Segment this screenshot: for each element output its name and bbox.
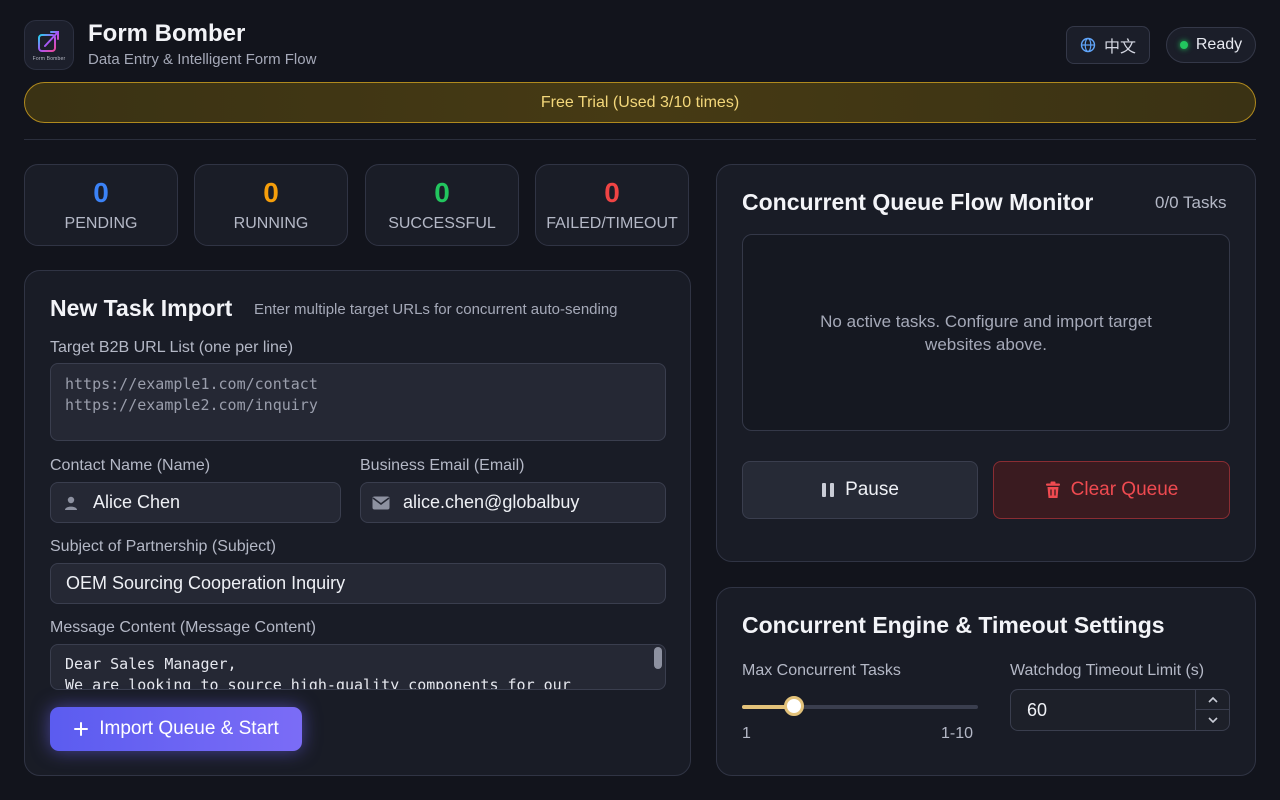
business-email-value: alice.chen@globalbuy (403, 492, 580, 512)
app-header: Form Bomber Form Bomber Data Entry & Int… (24, 18, 1256, 74)
slider-min-label: 1 (742, 725, 751, 742)
queue-monitor-area: No active tasks. Configure and import ta… (742, 234, 1230, 431)
language-toggle-button[interactable]: 中文 (1066, 26, 1150, 64)
pause-label: Pause (845, 479, 899, 500)
message-scrollbar[interactable] (654, 647, 662, 669)
pause-icon (822, 483, 835, 497)
language-label: 中文 (1103, 37, 1136, 56)
slider-range-label: 1-10 (941, 725, 974, 742)
stat-value: 0 (604, 177, 620, 208)
stat-value: 0 (263, 177, 279, 208)
task-count: 0/0 Tasks (1155, 193, 1227, 212)
header-divider (24, 139, 1256, 140)
status-dot-icon (1179, 41, 1188, 49)
url-list-textarea[interactable]: https://example1.com/contact https://exa… (50, 363, 666, 441)
stat-card-running: 0 RUNNING (194, 164, 348, 246)
stepper-down-icon[interactable] (1196, 710, 1229, 730)
stat-value: 0 (434, 177, 450, 208)
stat-label: FAILED/TIMEOUT (546, 215, 678, 232)
slider-thumb[interactable] (784, 696, 804, 716)
subject-field[interactable]: OEM Sourcing Cooperation Inquiry (50, 563, 666, 604)
pause-button[interactable]: Pause (742, 461, 978, 519)
stat-card-pending: 0 PENDING (24, 164, 178, 246)
paper-plane-icon (38, 30, 59, 52)
engine-settings-title: Concurrent Engine & Timeout Settings (742, 612, 1165, 638)
globe-icon (1080, 37, 1096, 53)
app-logo: Form Bomber (24, 20, 74, 70)
clear-queue-label: Clear Queue (1070, 479, 1179, 500)
stat-label: RUNNING (233, 215, 309, 232)
plus-icon (74, 722, 89, 736)
timeout-stepper[interactable] (1195, 690, 1229, 730)
contact-name-field[interactable]: Alice Chen (50, 482, 341, 523)
empty-queue-message: No active tasks. Configure and import ta… (820, 311, 1152, 354)
subject-label: Subject of Partnership (Subject) (50, 538, 276, 555)
stepper-up-icon[interactable] (1196, 690, 1229, 710)
logo-caption: Form Bomber (32, 55, 66, 62)
import-queue-button[interactable]: Import Queue & Start (50, 707, 302, 751)
watchdog-timeout-label: Watchdog Timeout Limit (s) (1010, 662, 1205, 679)
max-concurrent-slider[interactable] (742, 696, 978, 716)
stat-value: 0 (93, 177, 109, 208)
user-icon (51, 495, 91, 511)
trial-banner: Free Trial (Used 3/10 times) (24, 82, 1256, 123)
stat-card-successful: 0 SUCCESSFUL (365, 164, 519, 246)
trash-icon (1045, 481, 1060, 498)
watchdog-timeout-value: 60 (1027, 699, 1048, 720)
stat-card-failed: 0 FAILED/TIMEOUT (535, 164, 689, 246)
max-concurrent-label: Max Concurrent Tasks (742, 662, 901, 679)
watchdog-timeout-input[interactable]: 60 (1010, 689, 1230, 731)
clear-queue-button[interactable]: Clear Queue (993, 461, 1230, 519)
task-import-description: Enter multiple target URLs for concurren… (254, 301, 618, 318)
message-label: Message Content (Message Content) (50, 619, 316, 636)
queue-monitor-title: Concurrent Queue Flow Monitor (742, 189, 1094, 215)
contact-name-value: Alice Chen (93, 492, 181, 512)
task-import-title: New Task Import (50, 295, 233, 321)
import-queue-label: Import Queue & Start (99, 718, 279, 739)
business-email-label: Business Email (Email) (360, 457, 525, 474)
message-textarea[interactable]: Dear Sales Manager, We are looking to so… (50, 644, 666, 690)
contact-name-label: Contact Name (Name) (50, 457, 211, 474)
status-badge: Ready (1166, 27, 1256, 63)
subject-value: OEM Sourcing Cooperation Inquiry (66, 573, 346, 593)
url-list-label: Target B2B URL List (one per line) (50, 339, 294, 356)
status-label: Ready (1195, 36, 1243, 53)
mail-icon (361, 496, 401, 510)
app-subtitle: Data Entry & Intelligent Form Flow (88, 51, 317, 68)
stat-label: SUCCESSFUL (388, 215, 496, 232)
business-email-field[interactable]: alice.chen@globalbuy (360, 482, 666, 523)
app-title: Form Bomber (88, 20, 246, 47)
stat-label: PENDING (64, 215, 138, 232)
